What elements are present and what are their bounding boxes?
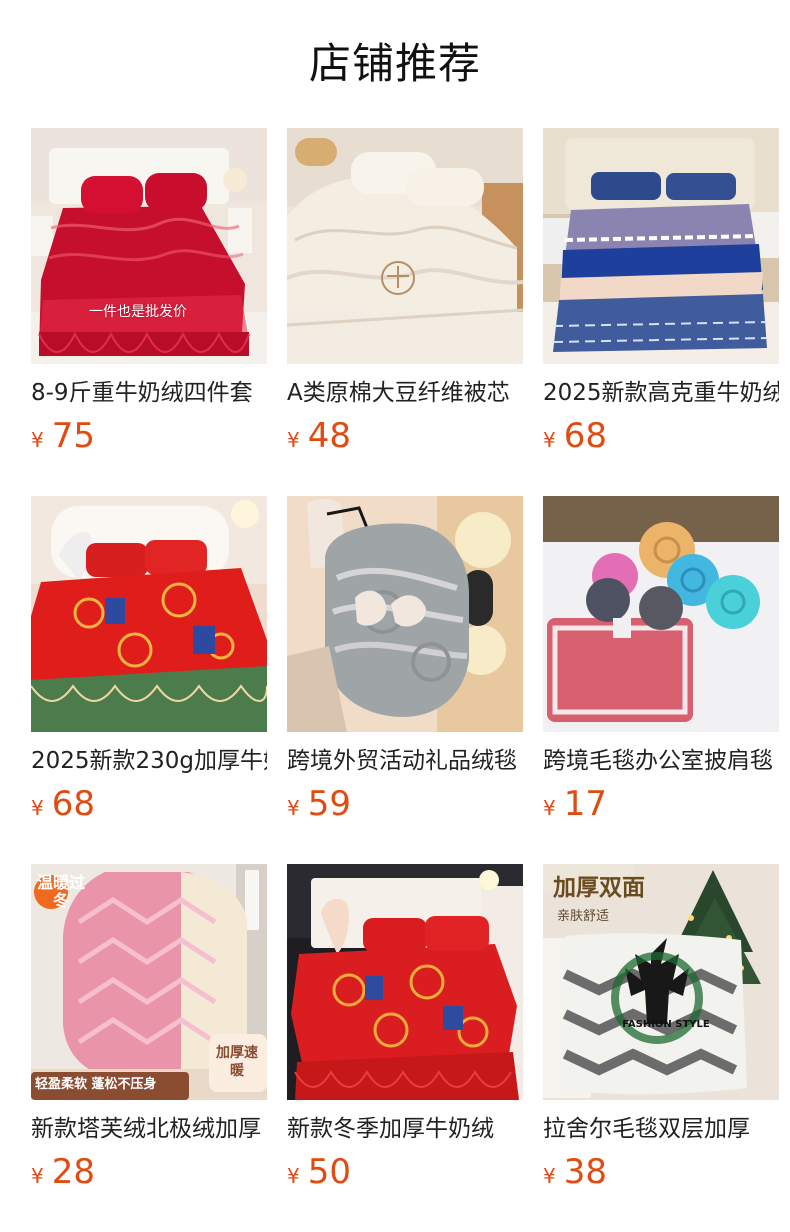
product-image-2[interactable]: [287, 128, 523, 364]
currency-symbol: ¥: [31, 1164, 44, 1188]
image-overlay-text-1: 一件也是批发价: [89, 304, 187, 320]
currency-symbol: ¥: [31, 428, 44, 452]
price-amount: 75: [51, 416, 95, 456]
currency-symbol: ¥: [31, 796, 44, 820]
price-amount: 59: [307, 784, 351, 824]
price-amount: 28: [51, 1152, 95, 1192]
product-image-5[interactable]: [287, 496, 523, 732]
product-price: ¥59: [287, 784, 523, 824]
price-amount: 48: [307, 416, 351, 456]
product-name[interactable]: 2025新款230g加厚牛奶绒: [31, 746, 267, 776]
product-name[interactable]: 新款冬季加厚牛奶绒: [287, 1114, 523, 1144]
product-card-9[interactable]: 加厚双面 亲肤舒适 FASHION STYLE 拉舍尔毛毯双层加厚 ¥38: [543, 864, 779, 1194]
currency-symbol: ¥: [287, 428, 300, 452]
currency-symbol: ¥: [543, 428, 556, 452]
product-name[interactable]: 跨境毛毯办公室披肩毯: [543, 746, 779, 776]
product-name[interactable]: 拉舍尔毛毯双层加厚: [543, 1114, 779, 1144]
product-card-6[interactable]: 跨境毛毯办公室披肩毯 ¥17: [543, 496, 779, 826]
product-price: ¥17: [543, 784, 779, 824]
product-price: ¥75: [31, 416, 267, 456]
currency-symbol: ¥: [287, 796, 300, 820]
page-title: 店铺推荐: [308, 39, 481, 88]
price-amount: 68: [563, 416, 607, 456]
product-card-2[interactable]: A类原棉大豆纤维被芯 ¥48: [287, 128, 523, 458]
currency-symbol: ¥: [543, 1164, 556, 1188]
product-image-8[interactable]: [287, 864, 523, 1100]
product-image-4[interactable]: [31, 496, 267, 732]
product-card-7[interactable]: 温暖过冬 轻盈柔软 蓬松不压身 加厚速暖 新款塔芙绒北极绒加厚 ¥28: [31, 864, 267, 1194]
product-name[interactable]: A类原棉大豆纤维被芯: [287, 378, 523, 408]
currency-symbol: ¥: [287, 1164, 300, 1188]
shop-recommendation-page: 店铺推荐 一件也是批发价 8-9斤重牛奶绒四件套 ¥ 75 A类原棉大豆纤维被芯…: [0, 0, 790, 1232]
product-image-6[interactable]: [543, 496, 779, 732]
image-banner-text: 轻盈柔软 蓬松不压身: [35, 1077, 157, 1092]
price-amount: 38: [563, 1152, 607, 1192]
price-amount: 17: [563, 784, 607, 824]
product-name[interactable]: 2025新款高克重牛奶绒: [543, 378, 779, 408]
product-price: ¥38: [543, 1152, 779, 1192]
product-price: ¥68: [543, 416, 779, 456]
product-image-3[interactable]: [543, 128, 779, 364]
image-corner-text: 加厚速暖: [216, 1045, 258, 1079]
product-name[interactable]: 跨境外贸活动礼品绒毯: [287, 746, 523, 776]
product-price: ¥50: [287, 1152, 523, 1192]
product-image-1[interactable]: 一件也是批发价: [31, 128, 267, 364]
image-badge-soft: 亲肤舒适: [557, 909, 610, 924]
product-card-8[interactable]: 新款冬季加厚牛奶绒 ¥50: [287, 864, 523, 1194]
price-amount: 50: [307, 1152, 351, 1192]
product-price: ¥68: [31, 784, 267, 824]
product-image-9[interactable]: 加厚双面 亲肤舒适 FASHION STYLE: [543, 864, 779, 1100]
image-badge-thick: 加厚双面: [553, 875, 645, 901]
image-badge-warm: 温暖过冬: [36, 873, 85, 910]
product-card-4[interactable]: 2025新款230g加厚牛奶绒 ¥68: [31, 496, 267, 826]
product-price: ¥48: [287, 416, 523, 456]
image-fashion-style-text: FASHION STYLE: [622, 1019, 710, 1030]
price-amount: 68: [51, 784, 95, 824]
product-card-1[interactable]: 一件也是批发价 8-9斤重牛奶绒四件套 ¥75: [31, 128, 267, 458]
product-name[interactable]: 8-9斤重牛奶绒四件套: [31, 378, 267, 408]
currency-symbol: ¥: [543, 796, 556, 820]
product-card-3[interactable]: 2025新款高克重牛奶绒 ¥68: [543, 128, 779, 458]
product-image-7[interactable]: 温暖过冬 轻盈柔软 蓬松不压身 加厚速暖: [31, 864, 267, 1100]
product-name[interactable]: 新款塔芙绒北极绒加厚: [31, 1114, 267, 1144]
product-price: ¥28: [31, 1152, 267, 1192]
product-card-5[interactable]: 跨境外贸活动礼品绒毯 ¥59: [287, 496, 523, 826]
